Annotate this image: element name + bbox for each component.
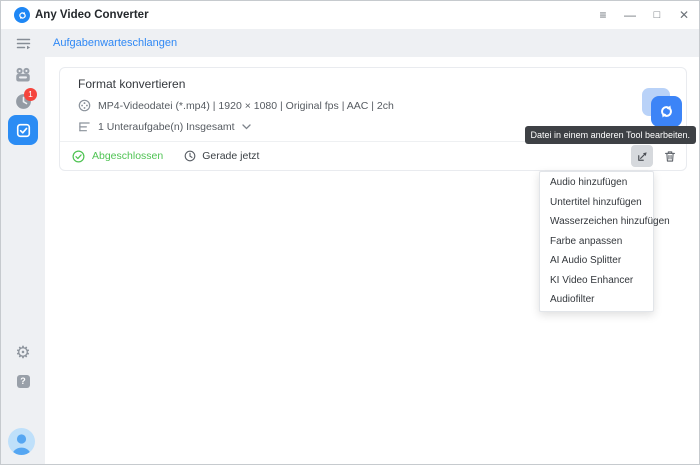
time-wrap: Gerade jetzt: [184, 150, 259, 162]
convert-sync-icon: [657, 102, 676, 121]
time-clock-icon: [184, 150, 196, 162]
app-window: Any Video Converter ≡ — □ ✕: [0, 0, 700, 465]
subtasks-row[interactable]: 1 Unteraufgabe(n) Insgesamt: [78, 121, 251, 133]
card-actions: [631, 145, 681, 167]
delete-button[interactable]: [659, 145, 681, 167]
file-info-text: MP4-Videodatei (*.mp4) | 1920 × 1080 | O…: [98, 100, 394, 112]
format-reel-icon: [78, 99, 91, 112]
menu-item-add-watermark[interactable]: Wasserzeichen hinzufügen: [540, 212, 653, 232]
close-icon[interactable]: ✕: [677, 7, 691, 23]
edit-in-other-tool-button[interactable]: [631, 145, 653, 167]
menu-item-adjust-color[interactable]: Farbe anpassen: [540, 232, 653, 252]
user-avatar[interactable]: [8, 428, 35, 455]
success-check-icon: [72, 150, 85, 163]
menu-item-audio-filter[interactable]: Audiofilter: [540, 290, 653, 310]
time-label: Gerade jetzt: [202, 150, 259, 162]
status-bar: Abgeschlossen Gerade jetzt: [60, 141, 686, 170]
task-card: Format konvertieren MP4-Videodatei (*.mp…: [59, 67, 687, 171]
trash-icon: [663, 149, 677, 164]
menu-item-ki-video-enhancer[interactable]: KI Video Enhancer: [540, 271, 653, 291]
sidebar-item-task-queue-active[interactable]: [8, 115, 38, 145]
window-controls: ≡ — □ ✕: [596, 1, 691, 29]
app-title: Any Video Converter: [35, 1, 149, 29]
menu-item-ai-audio-splitter[interactable]: AI Audio Splitter: [540, 251, 653, 271]
help-icon[interactable]: ?: [1, 375, 45, 388]
app-menu-icon[interactable]: ≡: [596, 7, 610, 23]
status-label: Abgeschlossen: [92, 150, 163, 162]
sidebar-item-video-converter-icon[interactable]: [1, 67, 45, 83]
file-info-row: MP4-Videodatei (*.mp4) | 1920 × 1080 | O…: [78, 99, 394, 112]
subtasks-label: 1 Unteraufgabe(n) Insgesamt: [98, 121, 235, 133]
sidebar-item-queue-icon[interactable]: [1, 37, 45, 50]
maximize-icon[interactable]: □: [650, 7, 664, 23]
menu-item-add-audio[interactable]: Audio hinzufügen: [540, 173, 653, 193]
sidebar: 1 ⚙ ?: [1, 29, 45, 465]
tab-task-queues[interactable]: Aufgabenwarteschlangen: [53, 29, 177, 57]
subtasks-list-icon: [78, 121, 91, 133]
sidebar-item-history-icon[interactable]: [1, 93, 45, 110]
notification-badge: 1: [24, 88, 37, 101]
minimize-icon[interactable]: —: [623, 7, 637, 23]
chevron-down-icon: [242, 124, 251, 130]
title-bar: Any Video Converter ≡ — □ ✕: [1, 1, 699, 29]
task-title: Format konvertieren: [78, 77, 185, 91]
settings-gear-icon[interactable]: ⚙: [1, 344, 45, 361]
convert-tool-button[interactable]: [651, 96, 682, 127]
menu-item-add-subtitle[interactable]: Untertitel hinzufügen: [540, 193, 653, 213]
edit-tools-menu: Audio hinzufügen Untertitel hinzufügen W…: [539, 171, 654, 312]
tooltip: Datei in einem anderen Tool bearbeiten.: [525, 126, 696, 144]
external-edit-icon: [635, 149, 650, 164]
app-logo-icon: [14, 7, 30, 23]
